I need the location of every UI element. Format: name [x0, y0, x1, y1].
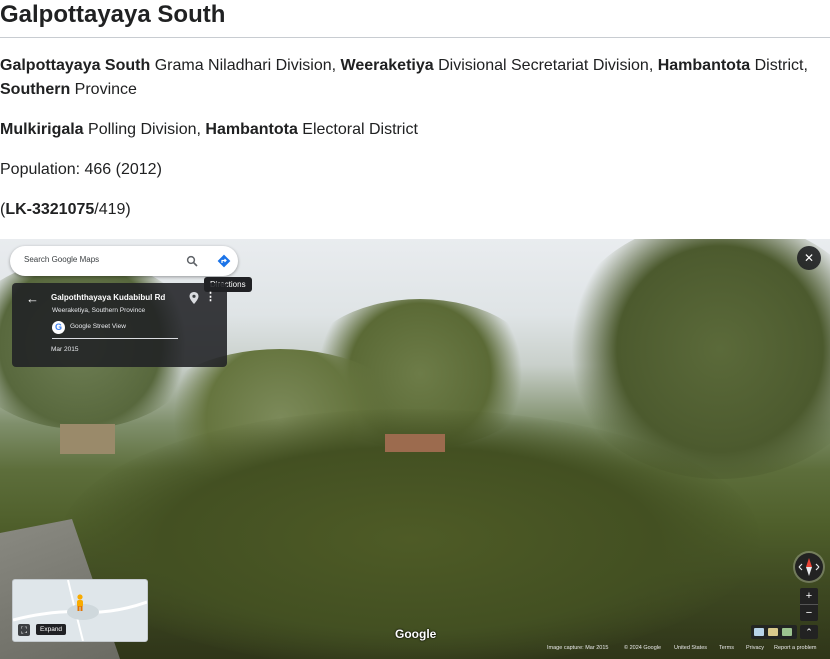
- footer-capture: Image capture: Mar 2015: [547, 645, 609, 651]
- gn-division-name: Galpottayaya South: [0, 57, 151, 74]
- expand-icon[interactable]: ⛶: [18, 624, 30, 636]
- place-info-card: ← Galpoththayaya Kudabibul Rd ⋮ Weeraket…: [12, 283, 227, 367]
- street-view-embed[interactable]: Search Google Maps Directions ← Galpotht…: [0, 239, 830, 659]
- polling-division-name: Mulkirigala: [0, 121, 84, 138]
- place-subtitle: Weeraketiya, Southern Province: [52, 307, 146, 314]
- map-pin-icon[interactable]: [189, 292, 199, 304]
- footer-region[interactable]: United States: [674, 645, 707, 651]
- search-icon[interactable]: [186, 255, 198, 267]
- close-icon[interactable]: ✕: [797, 246, 821, 270]
- population-text: Population: 466 (2012): [0, 161, 162, 178]
- electoral-paragraph: Mulkirigala Polling Division, Hambantota…: [0, 118, 418, 142]
- expand-label: Expand: [36, 624, 67, 635]
- page-title: Galpottayaya South: [0, 1, 226, 28]
- electoral-district-suffix: Electoral District: [297, 121, 418, 138]
- google-logo: Google: [395, 627, 437, 641]
- zoom-out-button[interactable]: −: [800, 605, 818, 621]
- zoom-control: + −: [800, 588, 818, 621]
- chevron-up-icon[interactable]: ⌃: [800, 625, 818, 639]
- province-name: Southern: [0, 81, 71, 98]
- distant-house: [385, 434, 445, 452]
- layer-thumbnails[interactable]: [751, 625, 797, 639]
- district-name: Hambantota: [657, 57, 751, 74]
- mini-map[interactable]: ⛶ Expand: [12, 579, 148, 642]
- electoral-district-name: Hambantota: [205, 121, 298, 138]
- thumbnail-3: [782, 628, 792, 636]
- search-placeholder: Search Google Maps: [24, 255, 100, 264]
- gn-division-suffix: Grama Niladhari Division,: [150, 57, 341, 74]
- ds-division-name: Weeraketiya: [340, 57, 434, 74]
- ds-division-suffix: Divisional Secretariat Division,: [433, 57, 658, 74]
- thumbnail-1: [754, 628, 764, 636]
- footer-copyright: © 2024 Google: [624, 645, 662, 651]
- capture-date: Mar 2015: [51, 346, 79, 353]
- district-suffix: District,: [750, 57, 808, 74]
- code-rest: /419): [94, 201, 131, 218]
- code-id: LK-3321075: [5, 201, 95, 218]
- more-vert-icon[interactable]: ⋮: [205, 291, 216, 303]
- search-box[interactable]: Search Google Maps: [10, 246, 238, 276]
- zoom-in-button[interactable]: +: [800, 588, 818, 604]
- province-line: Southern Province: [0, 78, 137, 102]
- place-title: Galpoththayaya Kudabibul Rd: [51, 293, 166, 302]
- province-suffix: Province: [70, 81, 137, 98]
- google-g-icon: G: [52, 321, 65, 334]
- admin-paragraph: Galpottayaya South Grama Niladhari Divis…: [0, 54, 808, 78]
- pegman-icon[interactable]: [75, 594, 85, 612]
- street-view-source: G Google Street View: [52, 320, 178, 339]
- thumbnail-2: [768, 628, 778, 636]
- polling-division-suffix: Polling Division,: [83, 121, 206, 138]
- footer-privacy[interactable]: Privacy: [746, 645, 764, 651]
- roadside-shed: [60, 424, 115, 454]
- back-arrow-icon[interactable]: ←: [26, 291, 39, 306]
- source-label: Google Street View: [70, 323, 126, 330]
- directions-icon[interactable]: [217, 254, 231, 268]
- title-divider: [0, 37, 830, 38]
- footer-report[interactable]: Report a problem: [774, 645, 817, 651]
- footer-terms[interactable]: Terms: [719, 645, 734, 651]
- compass-icon[interactable]: [795, 553, 823, 581]
- code-paragraph: (LK-3321075/419): [0, 198, 131, 222]
